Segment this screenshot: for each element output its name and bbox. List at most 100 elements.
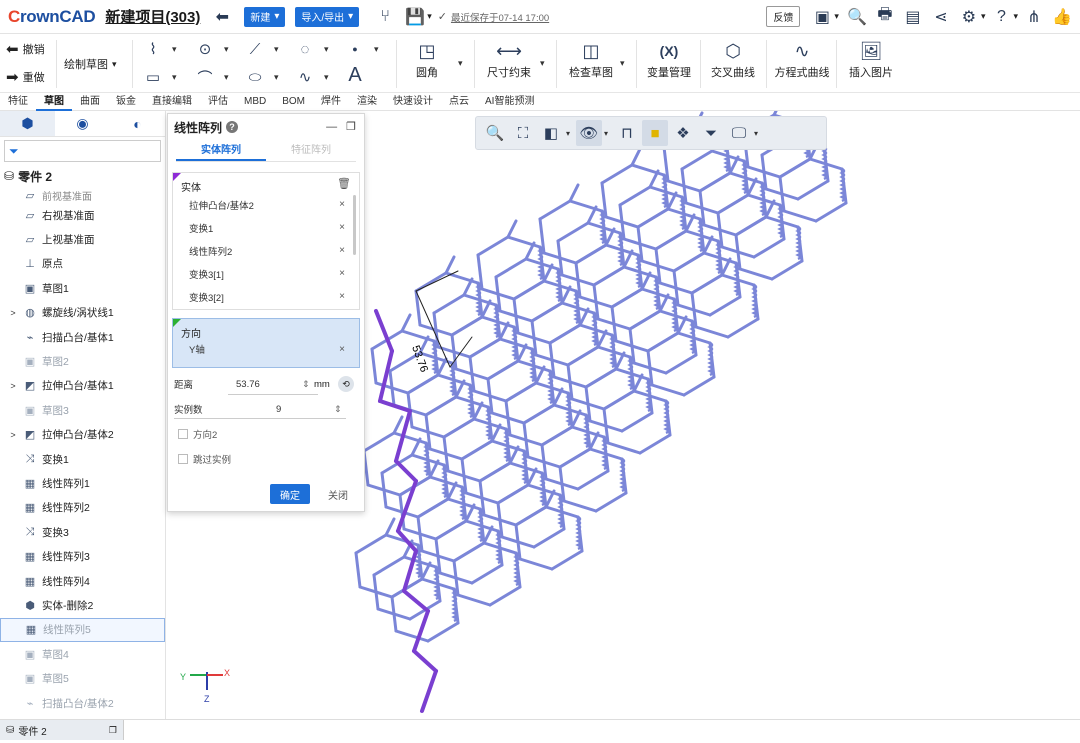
intersect-curve-button[interactable]: ⬡ 交叉曲线 <box>698 38 768 80</box>
chevron-down-icon[interactable]: ▾ <box>566 129 574 138</box>
tree-item[interactable]: ▦ 线性阵列1 <box>0 471 165 495</box>
minimize-icon[interactable]: — <box>326 121 337 133</box>
entity-selection-box[interactable]: 实体 🗑 拉伸凸台/基体2 × 变换1 × 线性阵列2 × 变换3[1] × 变换3[2] × <box>172 172 360 310</box>
project-title[interactable]: 新建项目(303) <box>105 6 200 27</box>
arc-icon[interactable]: ⌒ <box>194 66 216 88</box>
text-tool-icon[interactable]: A <box>344 64 366 86</box>
tab-feature-pattern[interactable]: 特征阵列 <box>266 140 356 161</box>
expand-arrow-icon[interactable]: > <box>8 430 18 440</box>
tree-item[interactable]: > ◩ 拉伸凸台/基体2 <box>0 423 165 447</box>
circle-center-icon[interactable]: ⊙ <box>194 38 216 60</box>
tab-12[interactable]: AI智能预测 <box>477 93 542 111</box>
check-sketch-button[interactable]: ◫ 检查草图 <box>556 38 626 80</box>
tree-item[interactable]: > ◍ 螺旋线/涡状线1 <box>0 301 165 325</box>
variable-button[interactable]: (X) 变量管理 <box>634 38 704 80</box>
save-icon[interactable]: 💾 <box>403 5 427 29</box>
tab-10[interactable]: 快速设计 <box>385 93 441 111</box>
chevron-down-icon[interactable]: ▾ <box>224 72 229 83</box>
thumbs-up-icon[interactable]: 👍 <box>1050 5 1074 29</box>
help-icon[interactable]: ? <box>226 121 239 133</box>
expand-arrow-icon[interactable]: > <box>8 308 18 318</box>
entity-item[interactable]: 线性阵列2 × <box>173 239 359 262</box>
tab-4[interactable]: 直接编辑 <box>144 93 200 111</box>
spinner-icon[interactable]: ⇕ <box>334 404 342 415</box>
distance-input[interactable]: 53.76 <box>226 379 302 390</box>
import-export-button[interactable]: 导入/导出 ▾ <box>295 6 360 27</box>
restore-icon[interactable]: ❐ <box>109 725 117 736</box>
chevron-down-icon[interactable]: ▾ <box>324 44 329 55</box>
tab-8[interactable]: 焊件 <box>313 93 349 111</box>
fillet-button[interactable]: ◳ 圆角 <box>392 38 462 80</box>
ok-button[interactable]: 确定 <box>270 484 310 504</box>
chevron-down-icon[interactable]: ▾ <box>224 44 229 55</box>
tree-item[interactable]: ⊥ 原点 <box>0 252 165 276</box>
equation-curve-button[interactable]: ∿ 方程式曲线 <box>767 38 837 80</box>
chevron-down-icon[interactable]: ▾ <box>981 11 986 22</box>
view-cube-icon[interactable]: ◧ <box>538 120 564 146</box>
count-input[interactable]: 9 <box>226 404 302 415</box>
tree-item[interactable]: > ◩ 拉伸凸台/基体1 <box>0 374 165 398</box>
skip-instances-checkbox[interactable] <box>178 454 188 464</box>
tree-filter[interactable]: ⏷ <box>4 140 161 162</box>
chevron-down-icon[interactable]: ▾ <box>374 44 379 55</box>
tree-item[interactable]: ⤨ 变换3 <box>0 520 165 544</box>
tree-item[interactable]: ▦ 线性阵列2 <box>0 496 165 520</box>
window-icon[interactable]: ▣ <box>810 5 834 29</box>
entity-item[interactable]: 变换1 × <box>173 216 359 239</box>
tab-entity-pattern[interactable]: 实体阵列 <box>176 140 266 161</box>
ellipse-icon[interactable]: ⬭ <box>244 66 266 88</box>
remove-icon[interactable]: × <box>339 222 345 233</box>
tree-item[interactable]: ▣ 草图5 <box>0 666 165 690</box>
tree-item[interactable]: ▦ 线性阵列3 <box>0 544 165 568</box>
remove-icon[interactable]: × <box>339 291 345 302</box>
chevron-down-icon[interactable]: ▾ <box>427 11 432 22</box>
direction2-checkbox[interactable] <box>178 429 188 439</box>
entity-item[interactable]: 变换3[1] × <box>173 262 359 285</box>
close-button[interactable]: 关闭 <box>320 484 356 504</box>
filter-select-icon[interactable]: ⏷ <box>698 120 724 146</box>
tree-root[interactable]: ⛁ 零件 2 <box>0 165 165 187</box>
display-icon[interactable]: 🖵 <box>726 120 752 146</box>
spinner-icon[interactable]: ⇕ <box>302 379 314 390</box>
skip-instances-option[interactable]: 跳过实例 <box>178 448 364 470</box>
help-icon[interactable]: ? <box>989 5 1013 29</box>
tab-5[interactable]: 评估 <box>200 93 236 111</box>
chevron-down-icon[interactable]: ▾ <box>324 72 329 83</box>
search-icon[interactable]: 🔍 <box>845 5 869 29</box>
dimension-button[interactable]: ⟷ 尺寸约束 <box>474 38 544 80</box>
print-icon[interactable]: 🖶 <box>873 5 897 29</box>
chevron-down-icon[interactable]: ▾ <box>834 11 839 22</box>
document-tab[interactable]: ⛁ 零件 2 ❐ <box>0 720 124 740</box>
tree-item[interactable]: ▱ 右视基准面 <box>0 203 165 227</box>
gear-icon[interactable]: ⚙ <box>957 5 981 29</box>
tree-item[interactable]: ⬢ 实体-删除2 <box>0 593 165 617</box>
chevron-down-icon[interactable]: ▾ <box>604 129 612 138</box>
chevron-down-icon[interactable]: ▾ <box>458 58 463 69</box>
rectangle-icon[interactable]: ▭ <box>142 66 164 88</box>
expand-arrow-icon[interactable]: > <box>8 381 18 391</box>
tab-2[interactable]: 曲面 <box>72 93 108 111</box>
restore-icon[interactable]: ❐ <box>346 121 356 133</box>
property-tab[interactable]: ◉ <box>55 111 110 136</box>
reverse-direction-icon[interactable]: ⟲ <box>338 376 354 392</box>
point-icon[interactable]: ● <box>344 38 366 60</box>
remove-icon[interactable]: × <box>339 344 345 355</box>
entity-item[interactable]: 拉伸凸台/基体2 × <box>173 193 359 216</box>
shaded-cube-icon[interactable]: ■ <box>642 120 668 146</box>
comment-icon[interactable]: ▤ <box>901 5 925 29</box>
remove-icon[interactable]: × <box>339 199 345 210</box>
tree-item[interactable]: ⤨ 变换1 <box>0 447 165 471</box>
trash-icon[interactable]: 🗑 <box>337 177 351 190</box>
insert-image-button[interactable]: 🖼 插入图片 <box>836 38 906 80</box>
appearance-icon[interactable]: ❖ <box>670 120 696 146</box>
appearance-tab[interactable]: ◐ <box>110 111 165 136</box>
tab-9[interactable]: 渲染 <box>349 93 385 111</box>
feedback-button[interactable]: 反馈 <box>766 6 801 27</box>
tree-item[interactable]: ▱ 上视基准面 <box>0 227 165 251</box>
tab-7[interactable]: BOM <box>274 93 313 111</box>
sketch-button[interactable]: 绘制草图 ▾ <box>64 56 117 72</box>
undo-button[interactable]: ⬅ 撤销 <box>6 40 45 58</box>
redo-button[interactable]: ➡ 重做 <box>6 68 45 86</box>
chevron-down-icon[interactable]: ▾ <box>274 44 279 55</box>
new-button[interactable]: 新建 ▾ <box>244 6 286 27</box>
